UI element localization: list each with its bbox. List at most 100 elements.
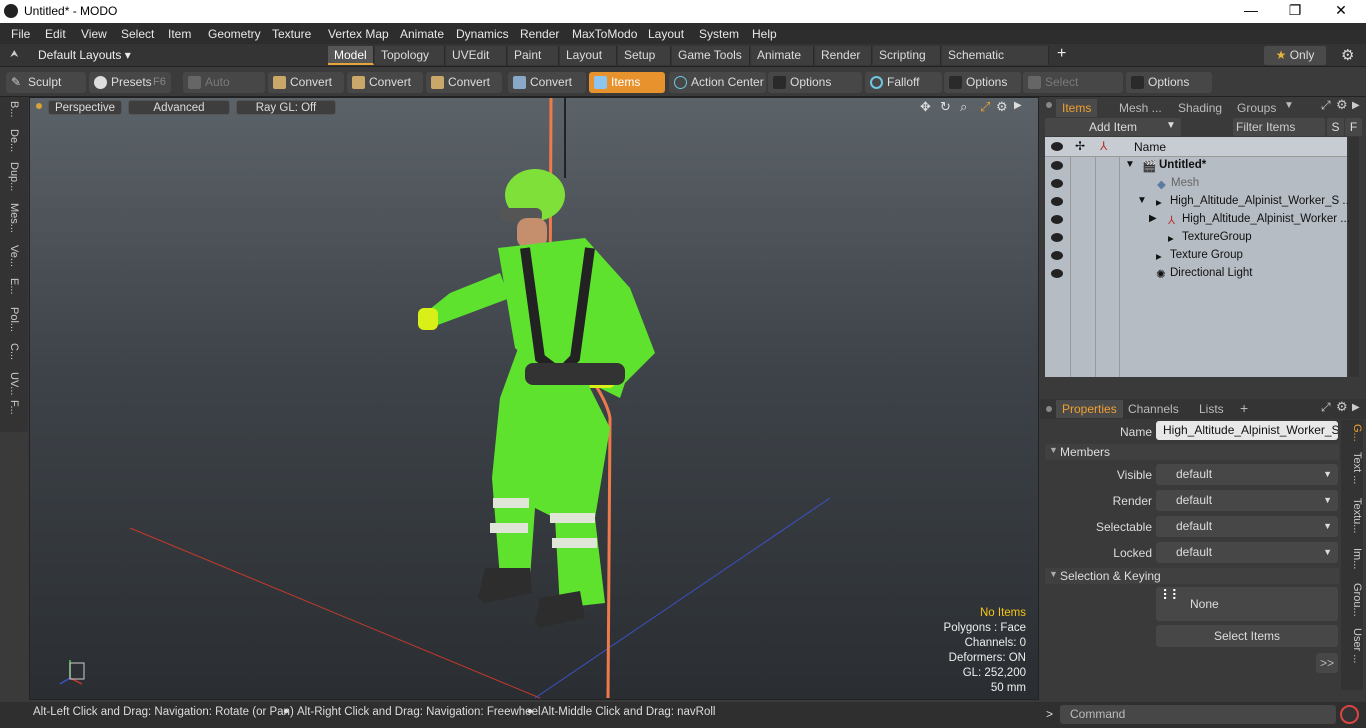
tab-groups[interactable]: Groups	[1237, 99, 1276, 117]
convert-edges-button[interactable]: Convert	[347, 72, 423, 93]
tab-scripting[interactable]: Scripting	[873, 46, 941, 65]
tree-row-texture-group[interactable]: ▸ Texture Group	[1045, 247, 1347, 265]
menu-vertex-map[interactable]: Vertex Map	[328, 27, 389, 41]
command-input[interactable]: Command	[1060, 705, 1336, 724]
tab-properties[interactable]: Properties	[1056, 400, 1123, 418]
menu-edit[interactable]: Edit	[45, 27, 66, 41]
tab-game-tools[interactable]: Game Tools	[672, 46, 750, 65]
lock-column-icon[interactable]: ✢	[1075, 139, 1085, 153]
tab-setup[interactable]: Setup	[618, 46, 671, 65]
eye-icon[interactable]	[1051, 161, 1063, 170]
panel-expand-icon[interactable]: ▶	[1352, 402, 1360, 413]
tab-uvedit[interactable]: UVEdit	[446, 46, 507, 65]
menu-view[interactable]: View	[81, 27, 107, 41]
only-toggle[interactable]: ★ Only	[1264, 46, 1326, 65]
tab-vertex[interactable]: Ve...	[6, 245, 20, 267]
members-section[interactable]: ▼ Members	[1045, 444, 1339, 460]
panel-settings-icon[interactable]: ⚙	[1336, 399, 1348, 415]
expand-arrow-icon[interactable]: ▼	[1137, 195, 1147, 206]
selectable-dropdown[interactable]: default ▼	[1156, 516, 1338, 537]
tab-model[interactable]: Model	[328, 46, 374, 65]
tree-row-texturegroup[interactable]: ▸ TextureGroup	[1045, 229, 1347, 247]
settings-gear-icon[interactable]: ⚙	[1341, 46, 1354, 64]
select-items-button[interactable]: Select Items	[1156, 625, 1338, 647]
menu-file[interactable]: File	[11, 27, 30, 41]
layouts-dropdown[interactable]: Default Layouts ▾	[38, 48, 131, 62]
tab-topology[interactable]: Topology	[375, 46, 445, 65]
menu-system[interactable]: System	[699, 27, 739, 41]
tab-curve[interactable]: C...	[6, 343, 20, 360]
menu-layout[interactable]: Layout	[648, 27, 684, 41]
side-tab-user[interactable]: User ...	[1341, 628, 1363, 663]
presets-button[interactable]: Presets F6	[89, 72, 171, 93]
eye-icon[interactable]	[1051, 251, 1063, 260]
menu-dynamics[interactable]: Dynamics	[456, 27, 509, 41]
name-field[interactable]: High_Altitude_Alpinist_Worker_Sus	[1156, 421, 1338, 440]
tree-row-mesh[interactable]: ◆ Mesh	[1045, 175, 1347, 193]
convert-vertices-button[interactable]: Convert	[268, 72, 344, 93]
eye-icon[interactable]	[1051, 215, 1063, 224]
eye-icon[interactable]	[1051, 197, 1063, 206]
menu-select[interactable]: Select	[121, 27, 154, 41]
eye-icon[interactable]	[1051, 233, 1063, 242]
convert-materials-button[interactable]: Convert	[508, 72, 586, 93]
minimize-button[interactable]: —	[1236, 2, 1266, 20]
tab-mesh-edit[interactable]: Mes...	[6, 203, 20, 233]
panel-expand-icon[interactable]: ▶	[1352, 100, 1360, 111]
visible-dropdown[interactable]: default ▼	[1156, 464, 1338, 485]
add-item-dropdown-icon[interactable]: ▼	[1166, 120, 1176, 131]
filter-items-input[interactable]: Filter Items	[1233, 118, 1325, 136]
tab-deform[interactable]: De...	[6, 129, 20, 152]
add-item-button[interactable]: Add Item	[1045, 118, 1181, 136]
tree-row-light[interactable]: ✺ Directional Light	[1045, 265, 1347, 283]
none-button[interactable]: ⠇⠇ None	[1156, 587, 1338, 621]
tab-schematic-fusion[interactable]: Schematic Fusion	[942, 46, 1049, 81]
tab-render[interactable]: Render	[815, 46, 872, 65]
locator-column-icon[interactable]: ⅄	[1100, 139, 1107, 153]
eye-icon[interactable]	[1051, 179, 1063, 188]
side-tab-text[interactable]: Text ...	[1341, 452, 1363, 484]
menu-maxtomodo[interactable]: MaxToModo	[572, 27, 637, 41]
tab-layout[interactable]: Layout	[560, 46, 617, 65]
auto-select-button[interactable]: Auto Select	[183, 72, 265, 110]
visibility-column-icon[interactable]	[1051, 142, 1063, 151]
tabs-dropdown-icon[interactable]: ▼	[1284, 100, 1294, 111]
more-button[interactable]: >>	[1316, 653, 1338, 673]
tab-polygon[interactable]: Pol...	[6, 307, 20, 332]
menu-animate[interactable]: Animate	[400, 27, 444, 41]
options-falloff-button[interactable]: Options	[944, 72, 1021, 93]
panel-maximize-icon[interactable]: ⤢	[1321, 98, 1331, 113]
eye-icon[interactable]	[1051, 269, 1063, 278]
panel-settings-icon[interactable]: ⚙	[1336, 97, 1348, 113]
side-tab-g[interactable]: G...	[1341, 424, 1363, 442]
action-center-button[interactable]: Action Center	[669, 72, 766, 93]
layout-menu-icon[interactable]: ⮝	[10, 49, 19, 60]
menu-texture[interactable]: Texture	[272, 27, 311, 41]
convert-polygons-button[interactable]: Convert	[426, 72, 502, 93]
side-tab-texture[interactable]: Textu...	[1341, 498, 1363, 533]
name-column-header[interactable]: Name	[1134, 140, 1166, 154]
side-tab-group[interactable]: Grou...	[1341, 583, 1363, 617]
tree-row-scene[interactable]: ▼ 🎬 Untitled*	[1045, 157, 1347, 175]
tab-mesh[interactable]: Mesh ...	[1119, 99, 1162, 117]
close-button[interactable]: ✕	[1326, 2, 1356, 20]
tab-fusion[interactable]: F...	[6, 400, 20, 415]
tab-paint[interactable]: Paint	[508, 46, 559, 65]
search-s-button[interactable]: S	[1327, 118, 1344, 136]
menu-render[interactable]: Render	[520, 27, 559, 41]
tree-scrollbar[interactable]	[1349, 137, 1359, 377]
tab-channels[interactable]: Channels	[1128, 400, 1179, 418]
items-mode-button[interactable]: Items	[589, 72, 665, 93]
tab-lists[interactable]: Lists	[1199, 400, 1224, 418]
select-through-button[interactable]: Select Through	[1023, 72, 1123, 110]
tab-duplicate[interactable]: Dup...	[6, 162, 20, 191]
maximize-button[interactable]: ❐	[1280, 2, 1310, 20]
tab-items[interactable]: Items	[1056, 99, 1098, 117]
menu-item[interactable]: Item	[168, 27, 191, 41]
tab-basic[interactable]: B...	[6, 101, 20, 118]
tree-row-locator[interactable]: ▶ ⅄ High_Altitude_Alpinist_Worker ...	[1045, 211, 1350, 229]
collapse-arrow-icon[interactable]: ▶	[1149, 213, 1157, 224]
options-select-button[interactable]: Options	[1126, 72, 1212, 93]
filter-f-button[interactable]: F	[1345, 118, 1362, 136]
expand-arrow-icon[interactable]: ▼	[1125, 159, 1135, 170]
